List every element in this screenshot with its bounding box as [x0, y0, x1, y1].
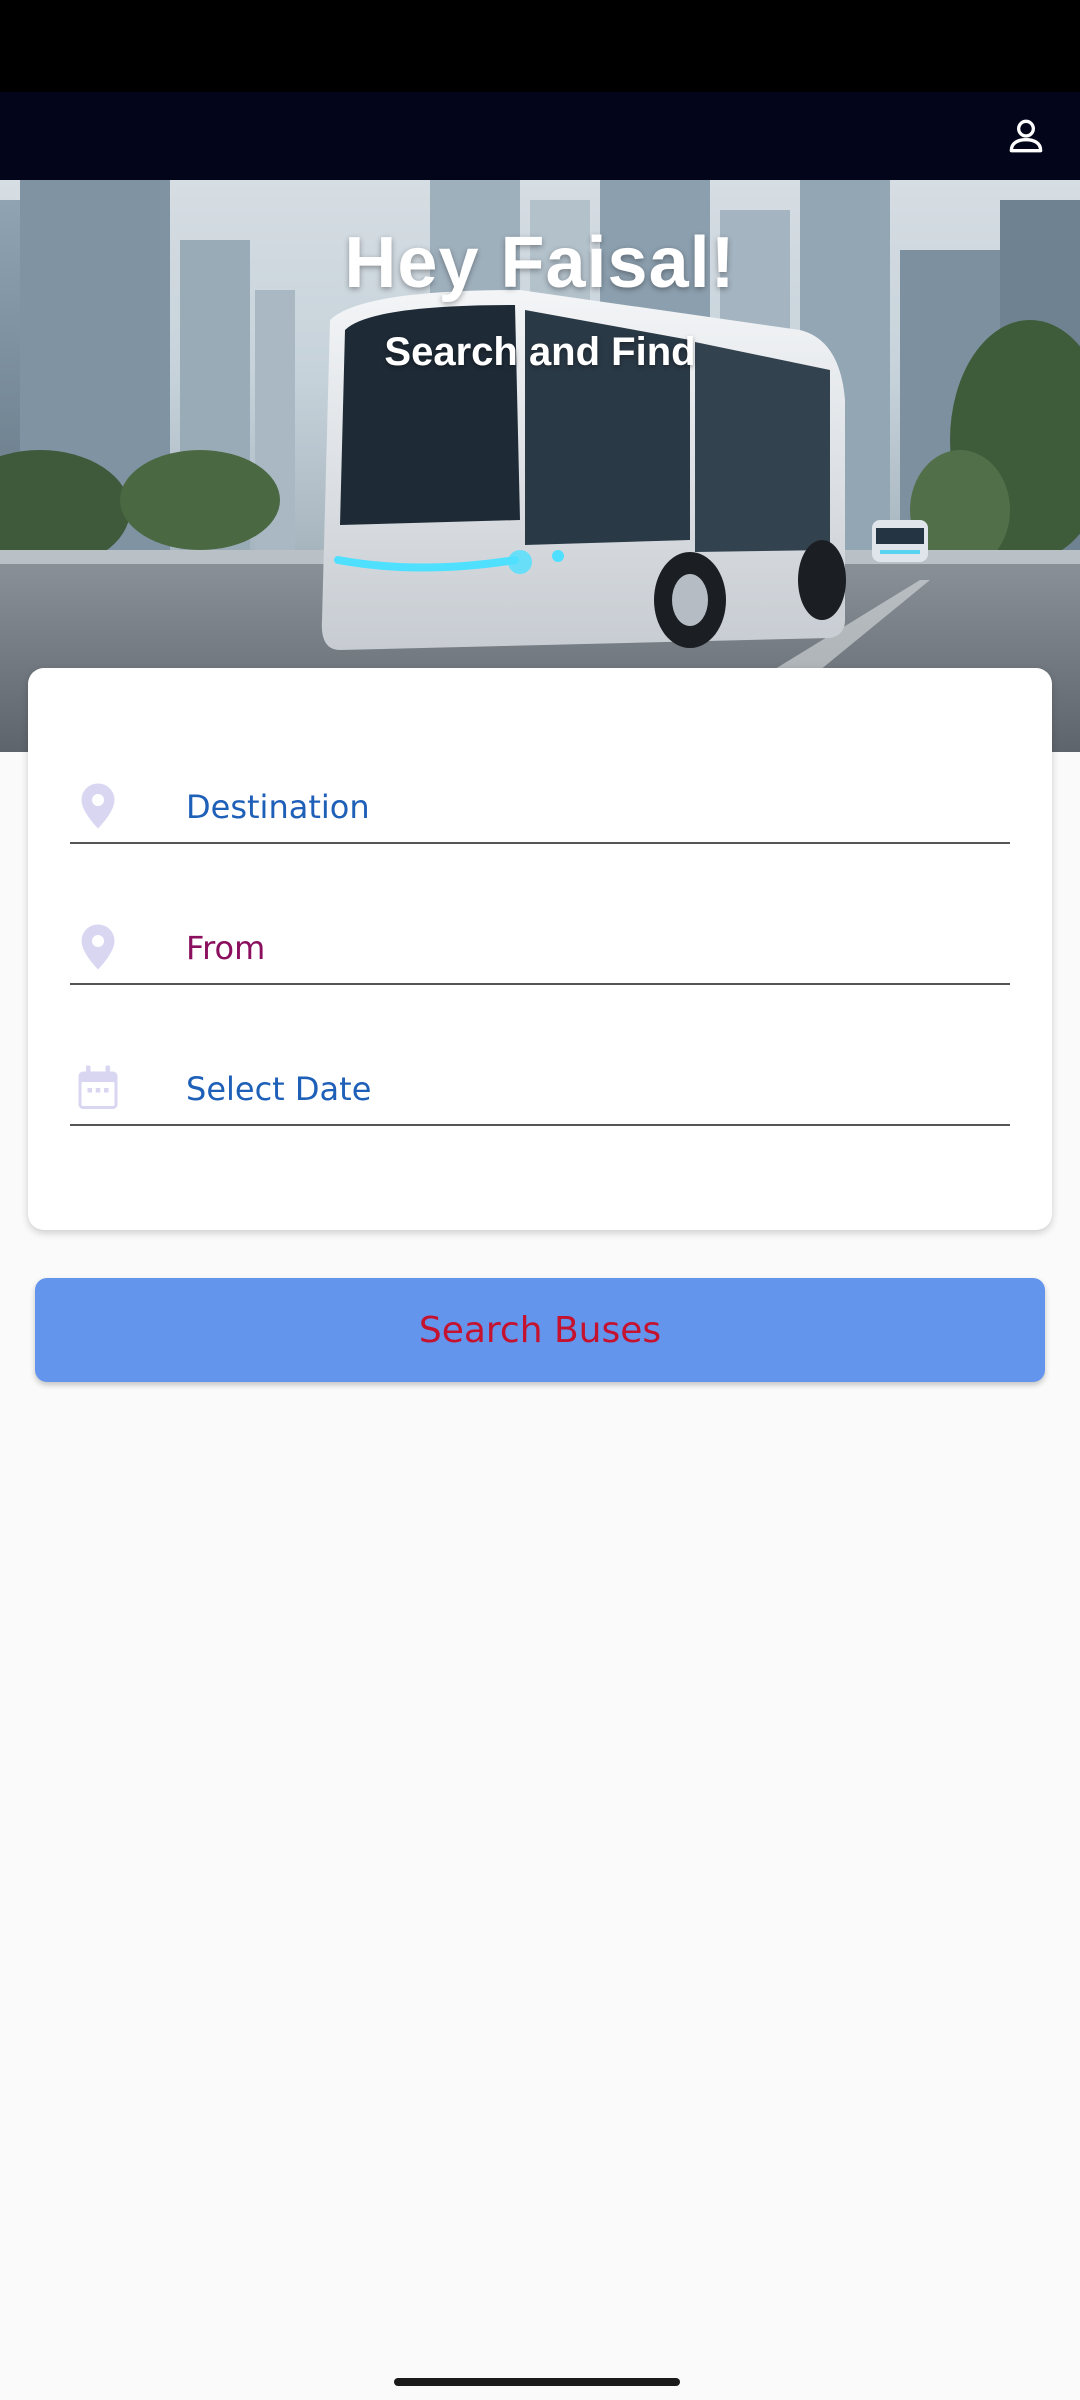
from-field[interactable]: From — [70, 913, 1010, 985]
greeting-subtitle: Search and Find — [384, 330, 696, 374]
hero-banner: Hey Faisal! Search and Find — [0, 180, 1080, 752]
date-field[interactable]: Select Date — [70, 1054, 1010, 1126]
destination-placeholder: Destination — [186, 788, 370, 826]
profile-button[interactable] — [996, 106, 1056, 166]
location-pin-icon — [76, 921, 120, 973]
search-buses-label: Search Buses — [418, 1309, 662, 1351]
search-buses-button[interactable]: Search Buses — [35, 1278, 1045, 1382]
screen: Hey Faisal! Search and Find Destination … — [0, 0, 1080, 2400]
calendar-icon — [76, 1062, 120, 1114]
person-outline-icon — [1009, 119, 1043, 153]
from-placeholder: From — [186, 929, 266, 967]
greeting-title: Hey Faisal! — [344, 223, 736, 303]
status-bar — [0, 0, 1080, 92]
date-placeholder: Select Date — [186, 1070, 372, 1108]
location-pin-icon — [76, 780, 120, 832]
app-bar — [0, 92, 1080, 180]
destination-field[interactable]: Destination — [70, 772, 1010, 844]
home-indicator[interactable] — [394, 2378, 680, 2386]
search-form-card: Destination From Select Date — [28, 668, 1052, 1230]
